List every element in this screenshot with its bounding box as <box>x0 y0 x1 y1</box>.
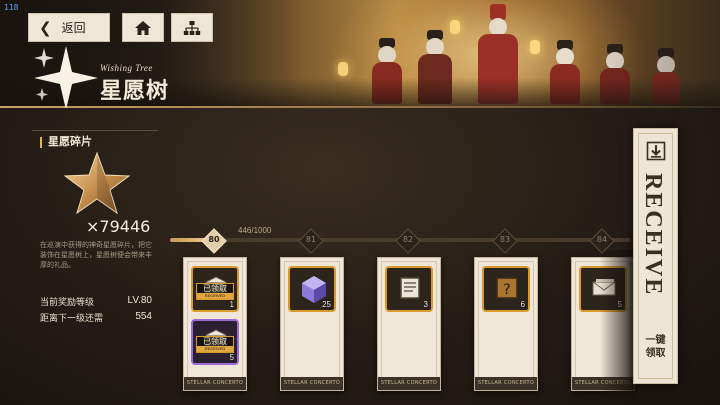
shard-description: 在巡演中获得的神奇星愿碎片，把它装饰在星愿树上，星愿树便会带来丰厚的礼品。 <box>40 242 152 269</box>
level-number: 84 <box>596 235 608 244</box>
hierarchy-button[interactable] <box>171 13 213 42</box>
reward-card[interactable]: 3 STELLAR CONCERTO <box>377 257 441 391</box>
level-number: 81 <box>305 235 317 244</box>
home-icon <box>135 20 151 35</box>
reward-item[interactable]: 已领取 RECEIVED 5 <box>191 319 239 365</box>
download-icon <box>646 141 666 161</box>
claimed-label: 已领取 <box>203 337 227 346</box>
progress-text: 446/1000 <box>238 226 272 235</box>
claimed-label-en: RECEIVED <box>197 293 233 299</box>
hierarchy-icon <box>183 20 201 35</box>
reward-item[interactable]: 已领取 RECEIVED 1 <box>191 266 239 312</box>
home-button[interactable] <box>122 13 164 42</box>
current-level-label: 当前奖励等级 <box>40 297 95 307</box>
reward-item[interactable]: 25 <box>288 266 336 312</box>
item-quantity: 25 <box>322 300 331 309</box>
card-footer: STELLAR CONCERTO <box>378 377 440 390</box>
next-level-value: 554 <box>135 311 152 322</box>
reward-item[interactable]: 3 <box>385 266 433 312</box>
receive-cn-line2: 领取 <box>645 348 666 359</box>
mystery-book-icon: ? <box>492 273 522 308</box>
claimed-badge: 已领取 RECEIVED <box>196 283 234 300</box>
card-footer: STELLAR CONCERTO <box>184 377 246 390</box>
level-number: 83 <box>499 235 511 244</box>
item-quantity: 3 <box>423 300 428 309</box>
fps-counter: 118 <box>4 3 19 12</box>
item-quantity: 5 <box>229 353 234 362</box>
notebook-icon <box>395 273 425 308</box>
receive-cn-line1: 一键 <box>645 335 666 346</box>
level-number: 80 <box>208 235 220 244</box>
shard-count: ×79446 <box>86 217 151 236</box>
receive-word: RECEIVE <box>640 173 666 297</box>
reward-card[interactable]: 25 STELLAR CONCERTO <box>280 257 344 391</box>
next-level-label: 距离下一级还需 <box>40 313 104 323</box>
reward-card[interactable]: ? 6 STELLAR CONCERTO <box>474 257 538 391</box>
page-subtitle: Wishing Tree <box>100 63 153 73</box>
current-level-value: LV.80 <box>127 295 152 306</box>
sparkle-star-icon <box>34 46 98 110</box>
item-quantity: 6 <box>520 300 525 309</box>
receive-cn-label: 一键 领取 <box>634 334 677 360</box>
card-footer: STELLAR CONCERTO <box>281 377 343 390</box>
receive-all-button[interactable]: RECEIVE 一键 领取 <box>633 128 678 384</box>
back-button[interactable]: ❮ 返回 <box>28 13 110 42</box>
back-arrow-icon: ❮ <box>39 19 52 37</box>
svg-text:?: ? <box>503 282 510 298</box>
wish-shard-star-icon <box>63 151 131 215</box>
item-quantity: 1 <box>229 300 234 309</box>
current-level-row: 当前奖励等级 LV.80 <box>40 295 152 308</box>
claimed-label: 已领取 <box>203 284 227 293</box>
next-level-row: 距离下一级还需 554 <box>40 311 152 324</box>
claimed-label-en: RECEIVED <box>197 346 233 352</box>
left-divider <box>32 130 158 131</box>
back-label: 返回 <box>61 21 86 35</box>
page-title: 星愿树 <box>100 79 170 104</box>
claimed-badge: 已领取 RECEIVED <box>196 336 234 353</box>
card-footer: STELLAR CONCERTO <box>475 377 537 390</box>
level-number: 82 <box>402 235 414 244</box>
shards-section-title: 星愿碎片 <box>40 137 92 148</box>
reward-card[interactable]: 已领取 RECEIVED 1 已领取 RECEIVED 5 STELLAR CONCERTO <box>183 257 247 391</box>
scroll-fade <box>600 250 636 400</box>
reward-item[interactable]: ? 6 <box>482 266 530 312</box>
